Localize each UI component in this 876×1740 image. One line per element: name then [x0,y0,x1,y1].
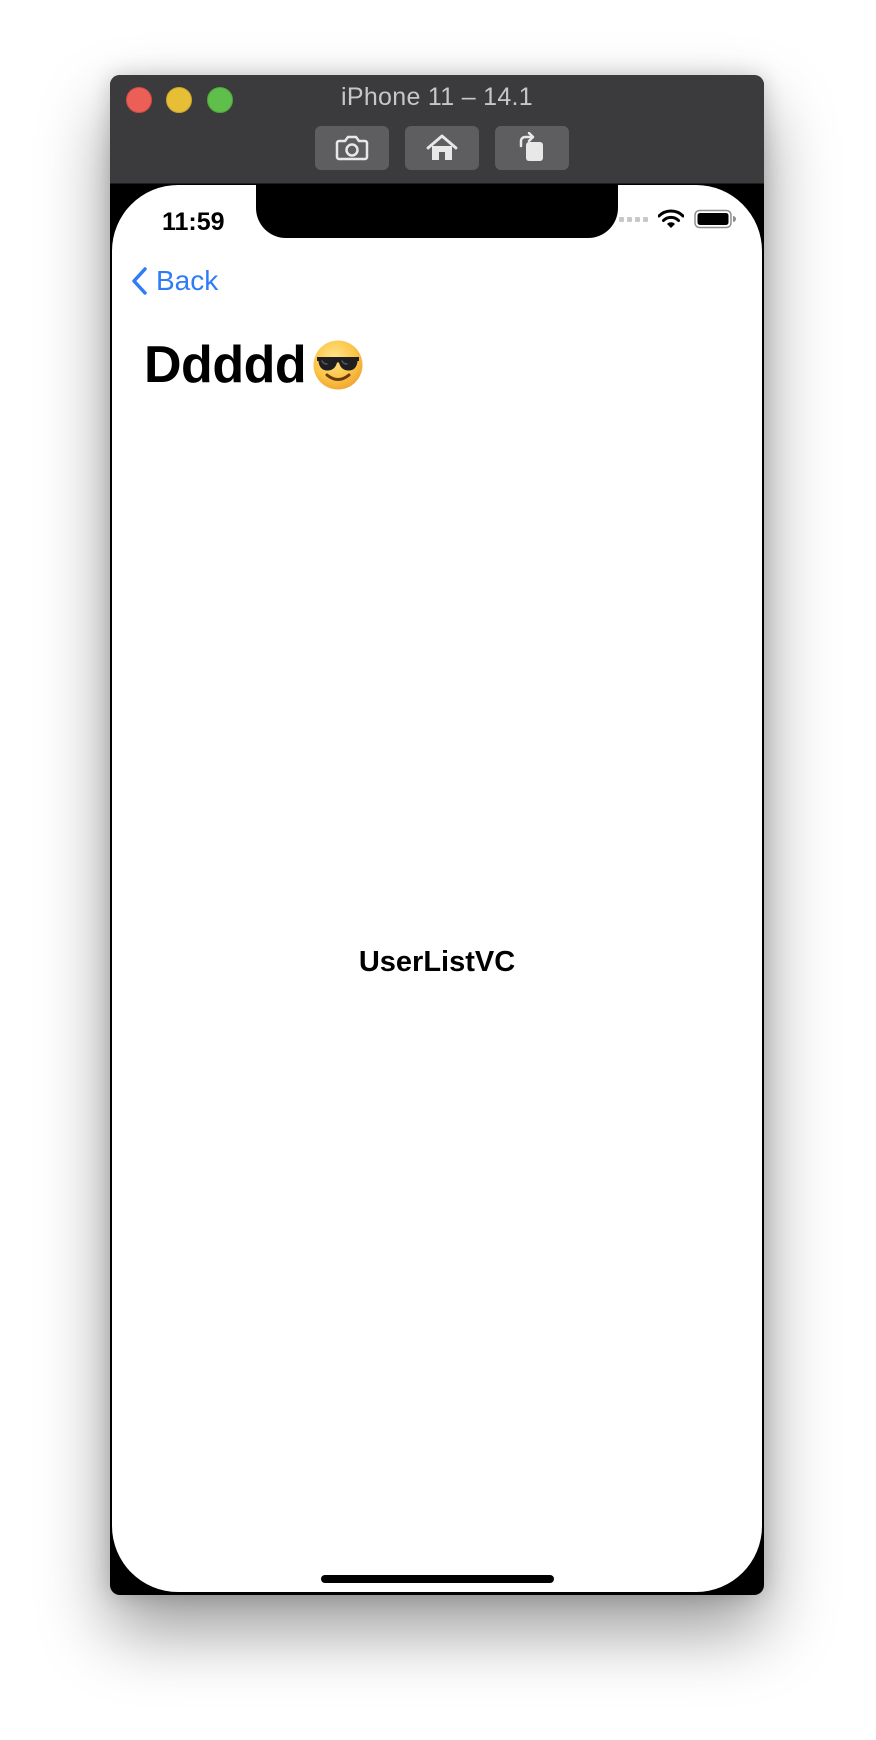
chevron-left-icon [132,267,147,295]
device-screen: 11:59 Back Ddddd UserListVC [112,185,762,1592]
navigation-large-title: Ddddd [144,335,364,395]
status-icons [619,209,736,229]
back-button[interactable]: Back [130,265,218,297]
home-indicator[interactable] [321,1575,554,1583]
home-icon [426,134,458,160]
camera-icon [335,135,369,161]
sunglasses-emoji-icon [313,340,363,390]
simulator-window: iPhone 11 – 14.1 11:59 Back Ddddd UserLi… [110,75,764,1595]
status-time: 11:59 [162,208,225,236]
page-title: Ddddd [144,336,307,394]
view-controller-label: UserListVC [358,946,516,978]
home-button[interactable] [405,126,479,170]
rotate-icon [519,132,543,161]
rotate-button[interactable] [495,126,569,170]
wifi-icon [658,209,684,228]
battery-icon [694,209,736,229]
cellular-signal-icon [619,216,648,222]
window-titlebar: iPhone 11 – 14.1 [110,75,764,184]
screenshot-button[interactable] [315,126,389,170]
device-notch [256,185,618,238]
back-button-label: Back [156,265,219,296]
window-title: iPhone 11 – 14.1 [341,83,533,111]
